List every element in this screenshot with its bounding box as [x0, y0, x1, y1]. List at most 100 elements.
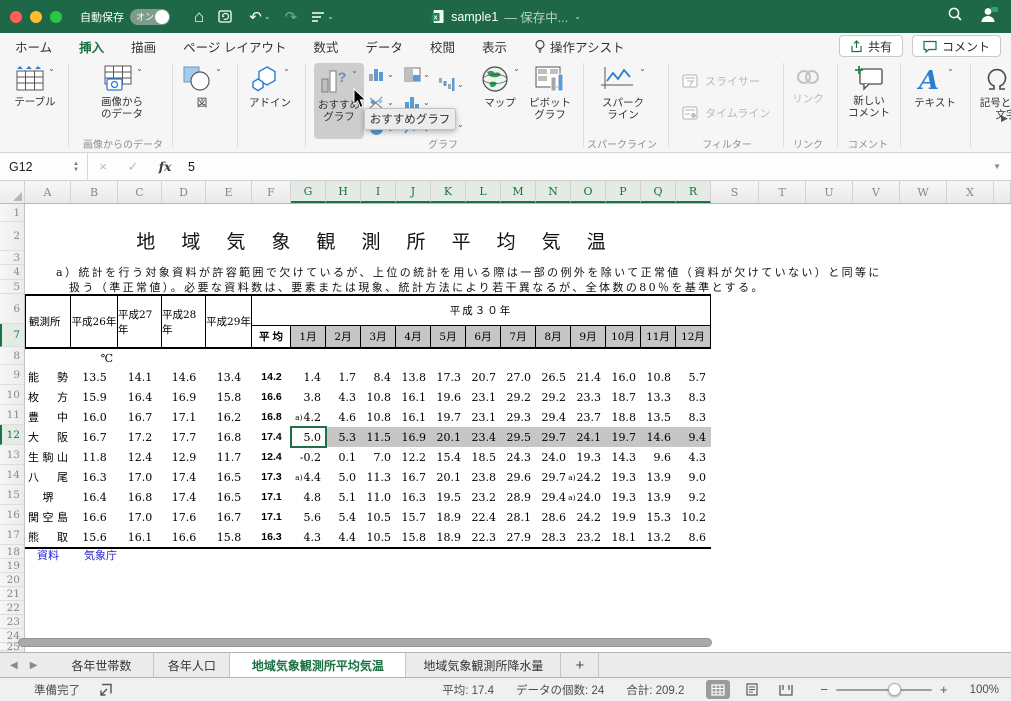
cell-year[interactable]: 13.5	[71, 367, 118, 387]
cell-month[interactable]: 1.7	[326, 367, 361, 387]
row-header-18[interactable]: 18	[0, 545, 24, 559]
column-header-U[interactable]: U	[806, 181, 853, 203]
row-header-22[interactable]: 22	[0, 601, 24, 615]
cell-month[interactable]: 23.7	[571, 407, 606, 427]
row-header-19[interactable]: 19	[0, 559, 24, 573]
hierarchy-chart-button[interactable]: ⌄	[404, 67, 430, 82]
header-month-11[interactable]: 11月	[641, 326, 676, 349]
cell-month[interactable]: 4.3	[291, 527, 326, 547]
cell-year[interactable]: 16.0	[71, 407, 118, 427]
normal-view-button[interactable]	[706, 680, 731, 699]
cell-month[interactable]: 19.5	[431, 487, 466, 507]
select-all-corner[interactable]	[0, 181, 25, 203]
cell-month[interactable]: 18.9	[431, 527, 466, 547]
cell-month[interactable]: 4.3	[326, 387, 361, 407]
status-count[interactable]: データの個数: 24	[516, 682, 604, 698]
cell-month[interactable]: 13.3	[641, 387, 676, 407]
cell-month[interactable]: 29.7	[536, 467, 571, 487]
cell-average[interactable]: 17.4	[252, 427, 291, 447]
tab-表示[interactable]: 表示	[482, 37, 507, 56]
cell-month[interactable]: 10.8	[361, 407, 396, 427]
cell-month[interactable]: 23.1	[466, 407, 501, 427]
cell-month[interactable]: 28.9	[501, 487, 536, 507]
cell-month[interactable]: 18.5	[466, 447, 501, 467]
header-month-10[interactable]: 10月	[606, 326, 641, 349]
cell-average[interactable]: 16.6	[252, 387, 291, 407]
cell-month[interactable]: 19.9	[606, 507, 641, 527]
cell-month[interactable]: 10.5	[361, 527, 396, 547]
column-header-T[interactable]: T	[759, 181, 806, 203]
zoom-level[interactable]: 100%	[970, 684, 999, 696]
row-header-10[interactable]: 10	[0, 385, 24, 405]
column-header-H[interactable]: H	[326, 181, 361, 203]
cell-month[interactable]: 8.3	[676, 387, 711, 407]
row-header-13[interactable]: 13	[0, 445, 24, 465]
home-icon[interactable]: ⌂	[194, 7, 204, 27]
cell-month[interactable]: 24.3	[501, 447, 536, 467]
cell-month[interactable]: 23.4	[466, 427, 501, 447]
cell-month[interactable]: 14.6	[641, 427, 676, 447]
cell-month[interactable]: 15.8	[396, 527, 431, 547]
cell-month[interactable]: 9.4	[676, 427, 711, 447]
cell-month[interactable]: 29.4	[536, 407, 571, 427]
insert-function-icon[interactable]: fx	[148, 159, 182, 174]
cell-month[interactable]: 4.4	[326, 527, 361, 547]
quick-actions-icon[interactable]: ⌄	[311, 11, 334, 23]
page-break-view-button[interactable]	[774, 680, 798, 699]
cell-year[interactable]: 16.4	[71, 487, 118, 507]
tab-ホーム[interactable]: ホーム	[15, 37, 52, 56]
cell-month[interactable]: 5.1	[326, 487, 361, 507]
column-header-X[interactable]: X	[947, 181, 994, 203]
column-header-P[interactable]: P	[606, 181, 641, 203]
column-header-F[interactable]: F	[252, 181, 291, 203]
cell-month[interactable]: a) 4.2	[291, 407, 326, 427]
cell-month[interactable]: 19.7	[431, 407, 466, 427]
cell-month[interactable]: 16.0	[606, 367, 641, 387]
column-header-D[interactable]: D	[162, 181, 206, 203]
cell-month[interactable]: 7.0	[361, 447, 396, 467]
tab-ページ レイアウト[interactable]: ページ レイアウト	[183, 37, 286, 56]
tab-校閲[interactable]: 校閲	[430, 37, 455, 56]
cell-month[interactable]: 19.3	[606, 467, 641, 487]
unit-celsius[interactable]: ℃	[71, 349, 118, 367]
cell-month[interactable]: 11.0	[361, 487, 396, 507]
cell-year[interactable]: 16.5	[206, 487, 252, 507]
column-header-A[interactable]: A	[25, 181, 71, 203]
cell-month[interactable]: 27.9	[501, 527, 536, 547]
cell-station-豊中[interactable]: 豊中	[25, 407, 71, 427]
header-month-6[interactable]: 6月	[466, 326, 501, 349]
column-header-N[interactable]: N	[536, 181, 571, 203]
cell-month[interactable]: 29.2	[536, 387, 571, 407]
cell-year[interactable]: 15.6	[71, 527, 118, 547]
column-header-K[interactable]: K	[431, 181, 466, 203]
column-chart-button[interactable]: ⌄	[368, 67, 394, 82]
cell-month[interactable]: 5.7	[676, 367, 711, 387]
row-header-14[interactable]: 14	[0, 465, 24, 485]
cell-year[interactable]: 16.8	[206, 427, 252, 447]
cell-year[interactable]: 17.6	[162, 507, 206, 527]
row-header-12[interactable]: 12	[0, 425, 24, 445]
column-header-L[interactable]: L	[466, 181, 501, 203]
header-heisei30[interactable]: 平成３０年	[252, 296, 711, 326]
cell-month[interactable]: 15.3	[641, 507, 676, 527]
cell-year[interactable]: 14.6	[162, 367, 206, 387]
new-comment-button[interactable]: 新しい コメント	[840, 65, 898, 119]
cell-month[interactable]: 20.7	[466, 367, 501, 387]
column-header-O[interactable]: O	[571, 181, 606, 203]
cell-month[interactable]: 8.4	[361, 367, 396, 387]
sheet-nav-left-icon[interactable]: ◀	[10, 660, 18, 671]
add-sheet-button[interactable]: +	[561, 653, 600, 677]
column-header-S[interactable]: S	[711, 181, 759, 203]
cell-month[interactable]: 14.3	[606, 447, 641, 467]
cell-station-枚方[interactable]: 枚方	[25, 387, 71, 407]
header-month-12[interactable]: 12月	[676, 326, 711, 349]
cell-average[interactable]: 14.2	[252, 367, 291, 387]
tab-assist[interactable]: 操作アシスト	[534, 37, 624, 56]
status-average[interactable]: 平均: 17.4	[442, 682, 494, 698]
cell-month[interactable]: 28.6	[536, 507, 571, 527]
autosave-toggle[interactable]: オン	[130, 8, 170, 25]
row-header-11[interactable]: 11	[0, 405, 24, 425]
cell-month[interactable]: 4.3	[676, 447, 711, 467]
header-year-1[interactable]: 平成26年	[71, 296, 118, 349]
column-header-J[interactable]: J	[396, 181, 431, 203]
